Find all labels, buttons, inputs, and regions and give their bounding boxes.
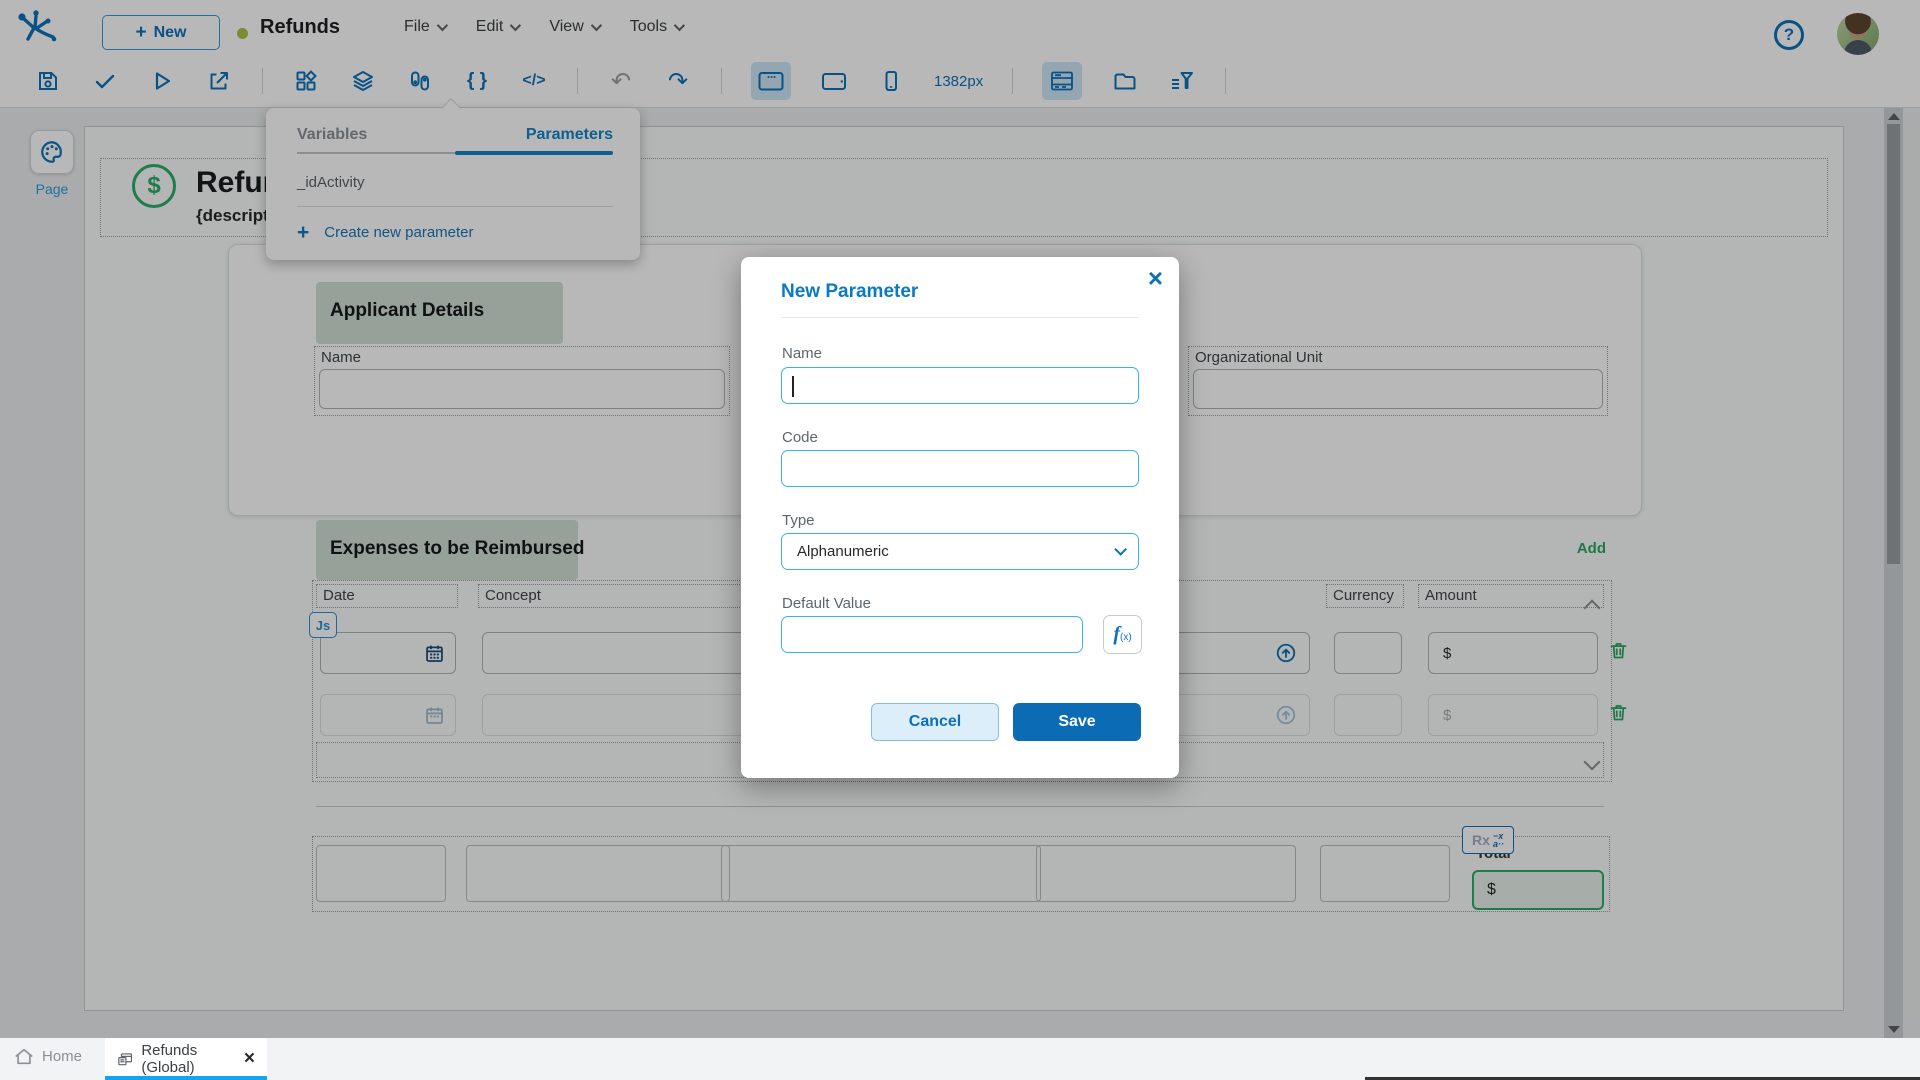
app-root: + New Refunds File Edit View Tools ? bbox=[0, 0, 1920, 1080]
param-code-input[interactable] bbox=[781, 450, 1139, 487]
home-tab-label: Home bbox=[42, 1048, 82, 1065]
home-tab[interactable]: Home bbox=[14, 1047, 82, 1066]
fx-icon: f bbox=[1113, 623, 1120, 646]
save-button[interactable]: Save bbox=[1013, 703, 1141, 741]
formula-fx-button[interactable]: f(x) bbox=[1103, 615, 1142, 654]
cancel-button[interactable]: Cancel bbox=[871, 703, 999, 741]
modal-title: New Parameter bbox=[781, 281, 918, 303]
form-tab-icon bbox=[117, 1050, 133, 1069]
text-cursor bbox=[792, 376, 794, 397]
modal-close-icon[interactable]: × bbox=[1148, 263, 1163, 294]
active-tab-underline bbox=[105, 1076, 267, 1080]
modal-title-divider bbox=[781, 317, 1139, 318]
tab-label: Refunds (Global) bbox=[141, 1042, 234, 1076]
param-name-label: Name bbox=[782, 345, 822, 362]
param-default-input[interactable] bbox=[781, 616, 1083, 653]
tab-close-icon[interactable]: × bbox=[244, 1048, 255, 1070]
param-type-label: Type bbox=[782, 512, 815, 529]
param-default-label: Default Value bbox=[782, 595, 871, 612]
param-code-label: Code bbox=[782, 429, 818, 446]
param-name-input[interactable] bbox=[781, 367, 1139, 404]
tab-refunds-global[interactable]: Refunds (Global) × bbox=[105, 1038, 267, 1080]
new-parameter-modal: × New Parameter Name Code Type Alphanume… bbox=[741, 257, 1179, 778]
bottom-tab-bar: Home Refunds (Global) × bbox=[0, 1038, 1920, 1080]
param-type-select[interactable]: Alphanumeric bbox=[781, 533, 1139, 570]
chevron-down-icon bbox=[1114, 543, 1127, 556]
home-icon bbox=[14, 1047, 34, 1066]
param-type-value: Alphanumeric bbox=[797, 543, 889, 560]
